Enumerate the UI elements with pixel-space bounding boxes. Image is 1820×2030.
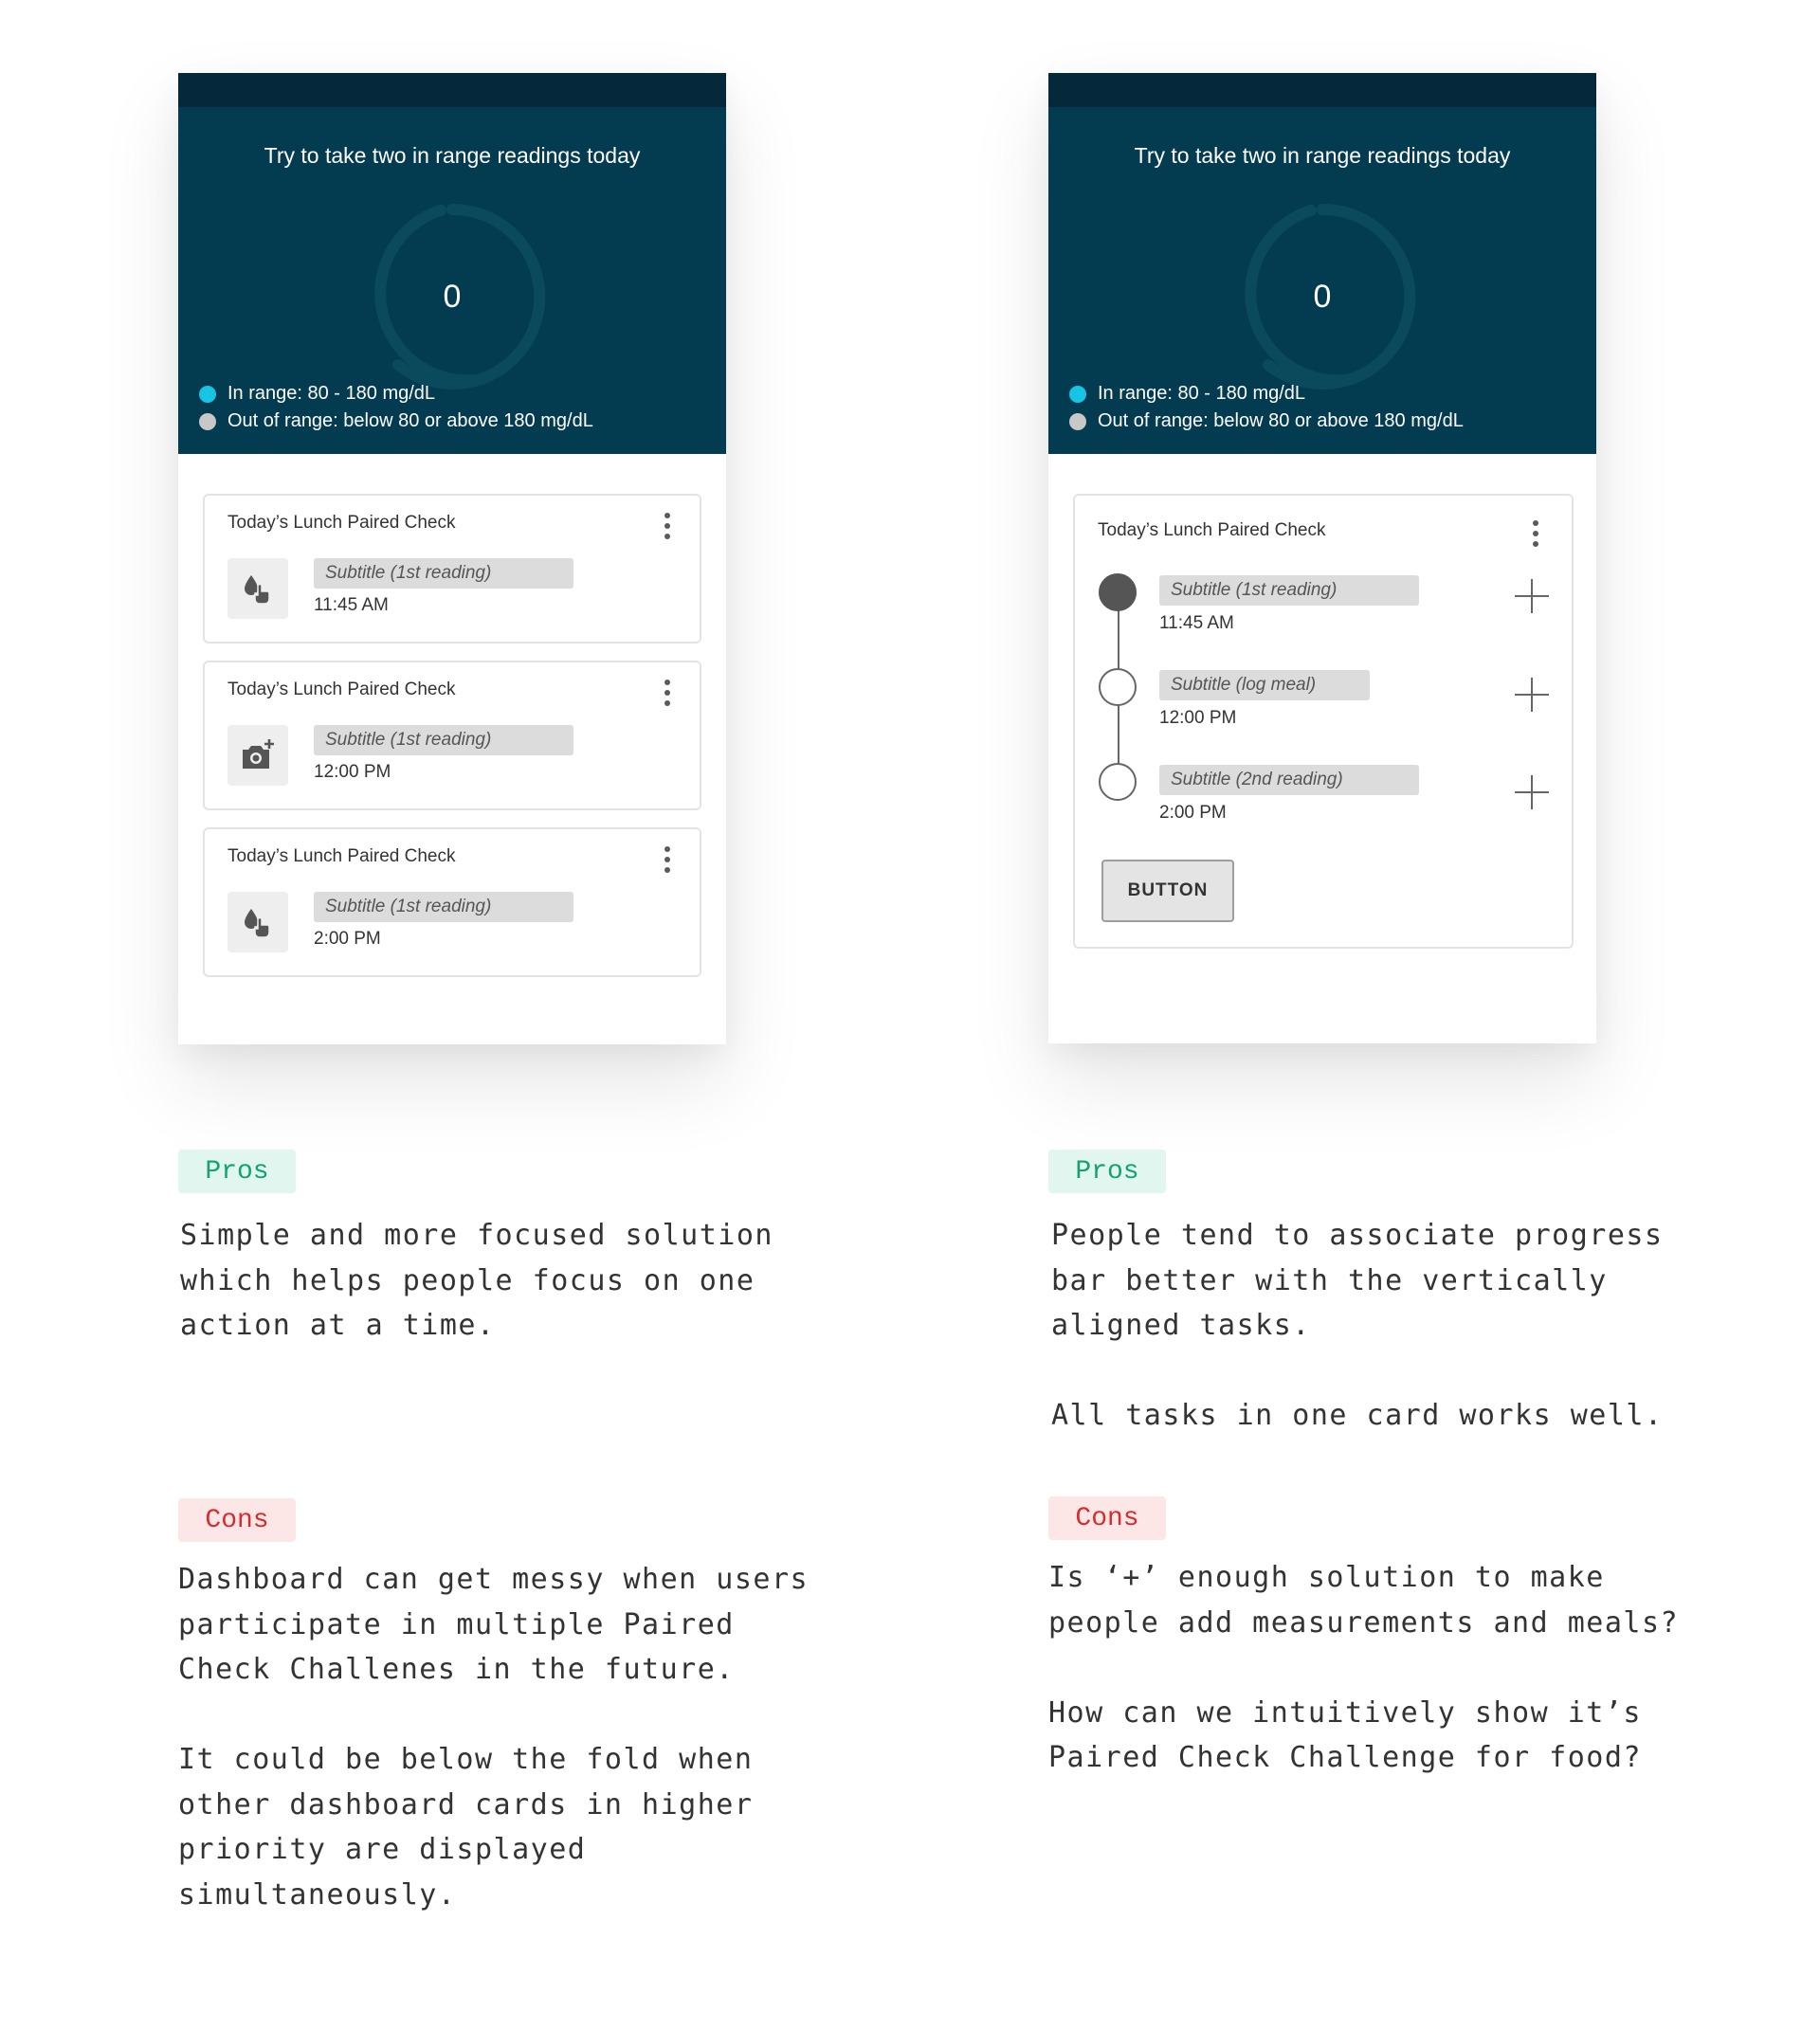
progress-ring: 0 xyxy=(357,202,547,391)
in-range-dot-icon xyxy=(199,385,216,403)
card-subtitle-chip: Subtitle (1st reading) xyxy=(314,558,573,589)
add-meal-plus-icon[interactable] xyxy=(1513,676,1551,714)
card-title: Today’s Lunch Paired Check xyxy=(228,513,456,533)
legend-in-range: In range: 80 - 180 mg/dL xyxy=(1069,380,1464,408)
option-a-phone-mockup: Try to take two in range readings today … xyxy=(178,73,726,1044)
legend-out-range: Out of range: below 80 or above 180 mg/d… xyxy=(199,408,593,435)
pros-tag: Pros xyxy=(1048,1150,1166,1193)
legend-in-range: In range: 80 - 180 mg/dL xyxy=(199,380,593,408)
cons-tag: Cons xyxy=(178,1498,296,1542)
card-title: Today’s Lunch Paired Check xyxy=(1098,520,1326,540)
card-subtitle-chip: Subtitle (1st reading) xyxy=(314,892,573,922)
blood-drop-finger-icon[interactable] xyxy=(228,558,288,619)
progress-hero: Try to take two in range readings today … xyxy=(178,107,726,454)
step-time: 11:45 AM xyxy=(1159,613,1234,633)
status-bar xyxy=(1048,73,1596,107)
timeline-step-pending-icon xyxy=(1099,668,1137,706)
step-time: 12:00 PM xyxy=(1159,708,1237,728)
paired-check-card-list: Today’s Lunch Paired Check Subtitle (1st… xyxy=(203,494,701,994)
option-b-phone-mockup: Try to take two in range readings today … xyxy=(1048,73,1596,1043)
cons-tag: Cons xyxy=(1048,1496,1166,1540)
more-vert-icon[interactable] xyxy=(664,513,671,541)
paired-check-card[interactable]: Today’s Lunch Paired Check Subtitle (1st… xyxy=(203,494,701,643)
step-subtitle-chip: Subtitle (log meal) xyxy=(1159,670,1370,700)
legend-out-range-label: Out of range: below 80 or above 180 mg/d… xyxy=(228,410,593,431)
add-reading-plus-icon[interactable] xyxy=(1513,773,1551,811)
paired-check-card[interactable]: Today’s Lunch Paired Check Subtitle (1st… xyxy=(203,661,701,810)
hero-title: Try to take two in range readings today xyxy=(264,143,641,168)
step-subtitle-chip: Subtitle (2nd reading) xyxy=(1159,765,1419,795)
add-reading-plus-icon[interactable] xyxy=(1513,577,1551,615)
card-action-button[interactable]: BUTTON xyxy=(1101,860,1234,922)
hero-title: Try to take two in range readings today xyxy=(1134,143,1511,168)
range-legend: In range: 80 - 180 mg/dL Out of range: b… xyxy=(199,380,593,435)
progress-count: 0 xyxy=(1313,278,1332,315)
cons-note: Is ‘+’ enough solution to make people ad… xyxy=(1048,1561,1680,1774)
range-legend: In range: 80 - 180 mg/dL Out of range: b… xyxy=(1069,380,1464,435)
pros-note: People tend to associate progress bar be… xyxy=(1051,1219,1664,1432)
pros-note: Simple and more focused solution which h… xyxy=(180,1219,774,1342)
more-vert-icon[interactable] xyxy=(664,846,671,875)
legend-in-range-label: In range: 80 - 180 mg/dL xyxy=(1098,383,1306,404)
pros-tag: Pros xyxy=(178,1150,296,1193)
card-title: Today’s Lunch Paired Check xyxy=(228,846,456,866)
card-time: 2:00 PM xyxy=(314,929,381,949)
card-title: Today’s Lunch Paired Check xyxy=(228,680,456,699)
out-range-dot-icon xyxy=(1069,412,1086,430)
progress-count: 0 xyxy=(443,278,462,315)
cons-note: Dashboard can get messy when users parti… xyxy=(178,1563,810,1912)
legend-in-range-label: In range: 80 - 180 mg/dL xyxy=(228,383,436,404)
paired-check-timeline-card: Today’s Lunch Paired Check Subtitle (1st… xyxy=(1073,494,1574,949)
card-time: 12:00 PM xyxy=(314,762,391,782)
card-time: 11:45 AM xyxy=(314,595,389,615)
timeline-step-pending-icon xyxy=(1099,763,1137,801)
in-range-dot-icon xyxy=(1069,385,1086,403)
legend-out-range: Out of range: below 80 or above 180 mg/d… xyxy=(1069,408,1464,435)
progress-ring: 0 xyxy=(1228,202,1417,391)
paired-check-card[interactable]: Today’s Lunch Paired Check Subtitle (1st… xyxy=(203,827,701,977)
more-vert-icon[interactable] xyxy=(1532,520,1539,549)
step-subtitle-chip: Subtitle (1st reading) xyxy=(1159,575,1419,606)
more-vert-icon[interactable] xyxy=(664,680,671,708)
blood-drop-finger-icon[interactable] xyxy=(228,892,288,952)
out-range-dot-icon xyxy=(199,412,216,430)
card-subtitle-chip: Subtitle (1st reading) xyxy=(314,725,573,755)
step-time: 2:00 PM xyxy=(1159,803,1227,823)
add-photo-camera-icon[interactable] xyxy=(228,725,288,786)
timeline-step-completed-icon xyxy=(1099,573,1137,611)
status-bar xyxy=(178,73,726,107)
legend-out-range-label: Out of range: below 80 or above 180 mg/d… xyxy=(1098,410,1464,431)
progress-hero: Try to take two in range readings today … xyxy=(1048,107,1596,454)
